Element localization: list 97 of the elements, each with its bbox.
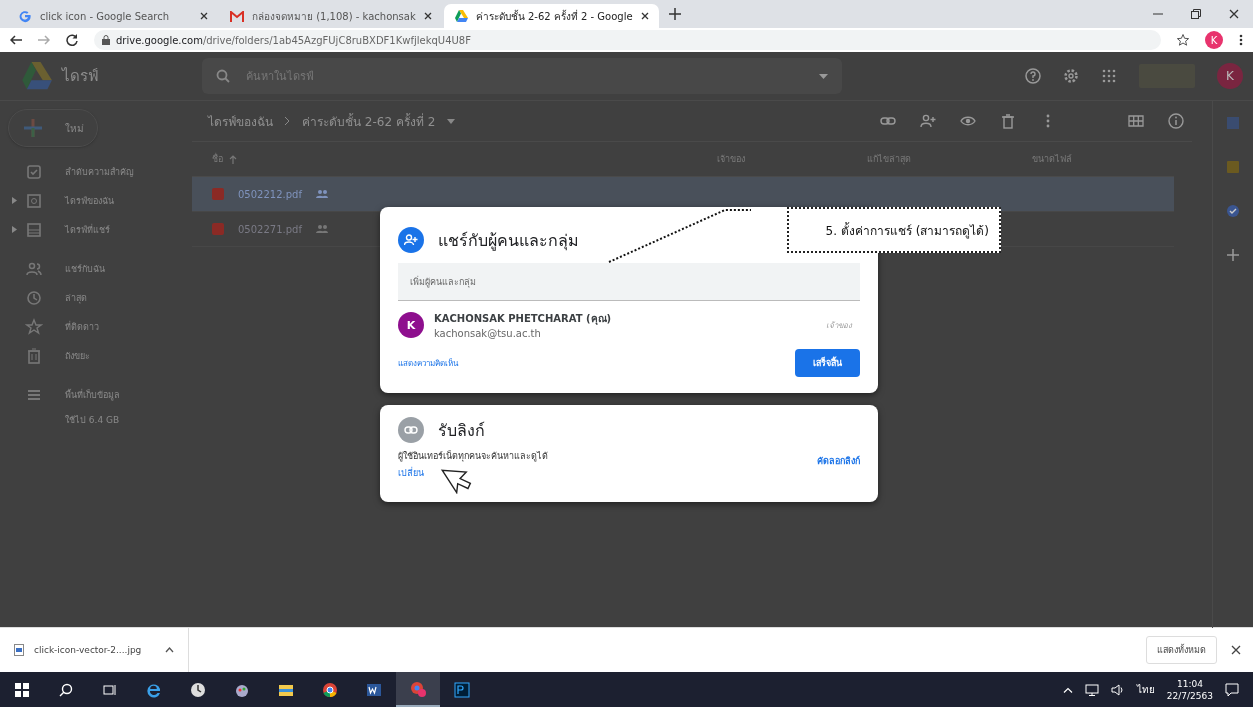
people-icon: [315, 190, 328, 198]
network-icon[interactable]: [1084, 683, 1099, 696]
browser-tab[interactable]: click icon - Google Search: [8, 4, 218, 28]
sidebar-item[interactable]: พื้นที่เก็บข้อมูล: [65, 387, 120, 402]
checkbox-icon: [25, 162, 43, 181]
tasks-icon[interactable]: [1225, 203, 1241, 219]
close-icon[interactable]: [200, 12, 208, 20]
sidebar-item[interactable]: ถังขยะ: [65, 348, 90, 363]
sidebar-item[interactable]: ไดรฟ์ของฉัน: [65, 193, 114, 208]
chrome-icon: [409, 679, 427, 698]
back-icon[interactable]: [10, 35, 22, 45]
chrome-icon: [321, 680, 339, 699]
trash-icon: [25, 346, 43, 365]
add-person-icon[interactable]: [920, 113, 936, 129]
browser-tab[interactable]: ค่าระดับชั้น 2-62 ครั้งที่ 2 - Google: [443, 4, 659, 28]
sidebar-item[interactable]: ที่ติดดาว: [65, 319, 99, 334]
clock-icon: [25, 288, 43, 307]
drive-icon: [25, 191, 43, 210]
language-indicator[interactable]: ไทย: [1136, 682, 1155, 697]
change-link[interactable]: เปลี่ยน: [398, 466, 424, 480]
close-icon[interactable]: [1231, 645, 1241, 655]
file-name: 0502212.pdf: [238, 188, 302, 200]
person-email: kachonsak@tsu.ac.th: [434, 328, 542, 339]
image-file-icon: [14, 644, 24, 656]
mail-icon: [230, 10, 244, 22]
dropdown-icon[interactable]: [819, 73, 828, 79]
expand-arrow-icon[interactable]: [12, 226, 17, 233]
close-icon[interactable]: [1229, 9, 1239, 19]
file-name: 0502271.pdf: [238, 223, 302, 235]
dialog-title: แชร์กับผู้คนและกลุ่ม: [438, 229, 579, 253]
clock-icon: [189, 680, 207, 699]
plus-icon: [23, 118, 43, 138]
apps-grid-icon[interactable]: [1101, 68, 1117, 84]
speaker-icon[interactable]: [1110, 683, 1125, 696]
search-icon[interactable]: [59, 682, 73, 697]
link-access-text: ผู้ใช้อินเทอร์เน็ตทุกคนจะค้นหาและดูได้: [398, 449, 548, 463]
download-file-name[interactable]: click-icon-vector-2....jpg: [34, 645, 142, 655]
people-icon: [315, 225, 328, 233]
star-icon: [25, 317, 43, 336]
dropdown-icon[interactable]: [447, 118, 456, 124]
star-icon[interactable]: [1177, 34, 1189, 46]
chevron-icon: [285, 117, 290, 125]
link-title: รับลิงก์: [438, 419, 485, 442]
role-label: เจ้าของ: [826, 319, 852, 332]
info-icon[interactable]: [1168, 113, 1184, 129]
notification-icon[interactable]: [1225, 682, 1239, 697]
done-button[interactable]: เสร็จสิ้น: [795, 349, 860, 377]
drive-logo-icon: [20, 62, 52, 90]
address-field[interactable]: drive.google.com/drive/folders/1ab45AzgFUjC8ruBXDF1KwfjlekqU4U8F: [94, 30, 1161, 50]
sidebar-item[interactable]: ล่าสุด: [65, 290, 87, 305]
new-tab-icon[interactable]: [668, 8, 681, 20]
reload-icon[interactable]: [66, 34, 78, 46]
copy-link[interactable]: คัดลอกลิงก์: [817, 454, 860, 468]
settings-icon[interactable]: [1063, 68, 1079, 84]
sidebar-item[interactable]: ลำดับความสำคัญ: [65, 164, 134, 179]
avatar-icon[interactable]: K: [1205, 31, 1223, 49]
new-button[interactable]: ใหม่: [8, 109, 98, 147]
column-header[interactable]: แก้ไขล่าสุด: [867, 152, 911, 166]
avatar-icon: K: [398, 312, 424, 338]
storage-text: ใช้ไป 6.4 GB: [64, 414, 121, 427]
show-all-button[interactable]: แสดงทั้งหมด: [1146, 636, 1217, 664]
callout-box: 5. ตั้งค่าการแชร์ (สามารถดูได้): [787, 207, 1001, 253]
photoshop-icon: [453, 680, 471, 699]
task-view-icon[interactable]: [103, 682, 117, 697]
link-icon: [398, 417, 424, 443]
help-icon[interactable]: [1025, 68, 1041, 84]
restore-icon[interactable]: [1191, 9, 1201, 19]
lock-icon: [102, 35, 110, 45]
column-header[interactable]: ชื่อ: [212, 152, 223, 166]
breadcrumb-item[interactable]: ไดรฟ์ของฉัน: [208, 111, 273, 131]
column-header[interactable]: ขนาดไฟล์: [1032, 152, 1072, 166]
breadcrumb-item[interactable]: ค่าระดับชั้น 2-62 ครั้งที่ 2: [302, 111, 436, 131]
close-icon[interactable]: [640, 12, 649, 20]
search-icon: [216, 69, 230, 83]
windows-start-icon[interactable]: [15, 682, 29, 697]
expand-arrow-icon[interactable]: [12, 197, 17, 204]
menu-icon[interactable]: [1239, 34, 1243, 46]
browser-tab[interactable]: กล่องจดหมาย (1,108) - kachonsak: [220, 4, 442, 28]
pdf-icon: [212, 188, 224, 200]
google-g-icon: [18, 9, 32, 23]
sidebar-item[interactable]: แชร์กับฉัน: [65, 261, 105, 276]
add-icon[interactable]: [1225, 247, 1241, 263]
close-icon[interactable]: [423, 12, 432, 20]
sidebar-item[interactable]: ไดรฟ์ที่แชร์: [65, 222, 110, 237]
shared-drive-icon: [25, 220, 43, 239]
clock[interactable]: 11:04 22/7/2563: [1166, 677, 1213, 702]
add-person-icon: [398, 227, 424, 253]
grid-view-icon[interactable]: [1128, 113, 1144, 129]
add-people-field[interactable]: เพิ่มผู้คนและกลุ่ม: [398, 263, 860, 301]
person-name: KACHONSAK PHETCHARAT (คุณ): [434, 312, 612, 326]
feedback-link[interactable]: แสดงความคิดเห็น: [398, 356, 458, 370]
app-title: ไดรฟ์: [62, 66, 99, 87]
pdf-icon: [212, 223, 224, 235]
caret-icon[interactable]: [165, 647, 174, 653]
trash-icon[interactable]: [1000, 113, 1016, 129]
account-avatar[interactable]: K: [1217, 63, 1243, 89]
drive-logo-icon: [453, 10, 468, 22]
